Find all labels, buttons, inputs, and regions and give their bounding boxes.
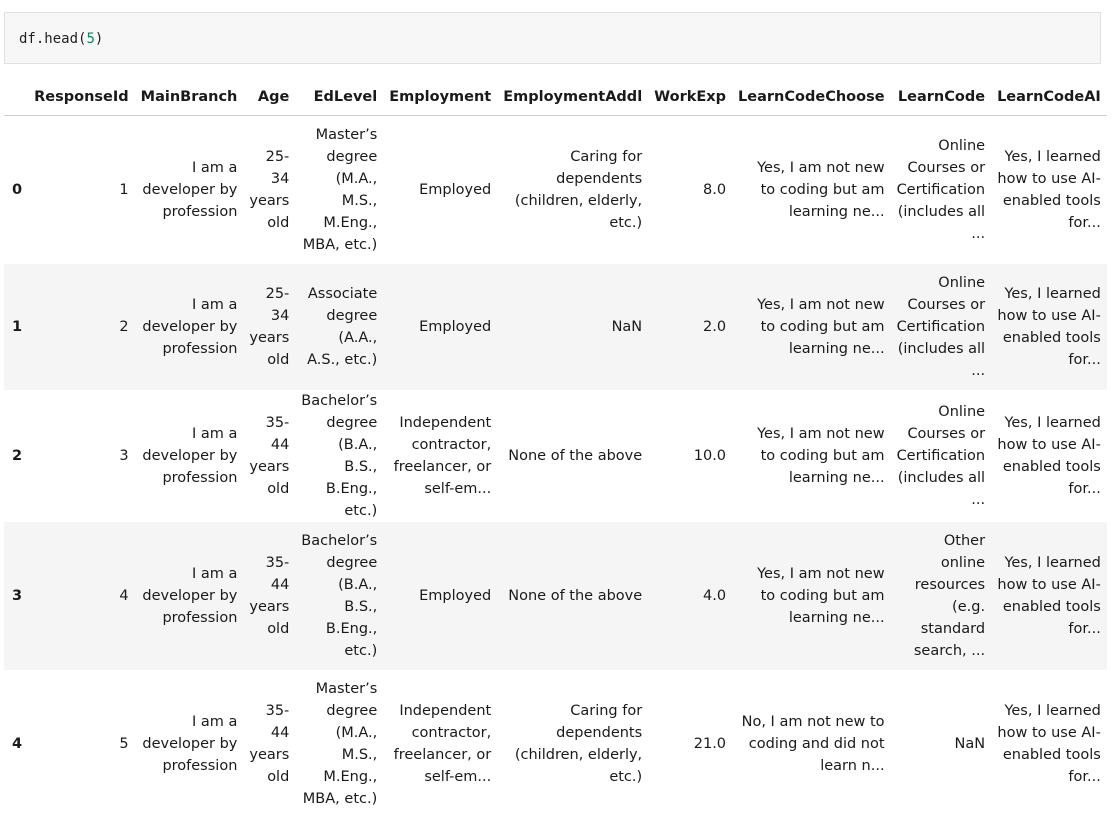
column-header: LearnCodeChoose	[732, 76, 891, 116]
column-header: EdLevel	[295, 76, 384, 116]
row-index: 2	[12, 447, 23, 464]
code-suffix: )	[94, 31, 104, 47]
table-cell: Bachelor’s degree (B.A., B.S., B.Eng., e…	[301, 392, 378, 519]
table-cell: 35-44 years old	[249, 414, 290, 497]
table-cell: 10.0	[693, 447, 727, 464]
cell-output: ResponseId MainBranch Age EdLevel Employ…	[4, 76, 1107, 818]
table-cell: 25-34 years old	[249, 148, 290, 231]
column-header: WorkExp	[648, 76, 733, 116]
code-line: df.head(5)	[19, 31, 103, 47]
table-cell: I am a developer by profession	[142, 425, 238, 486]
table-cell: NaN	[954, 735, 986, 752]
table-cell: Other online resources (e.g. standard se…	[913, 532, 986, 659]
table-cell: Independent contractor, freelancer, or s…	[393, 414, 492, 497]
table-cell: Yes, I learned how to use AI-enabled too…	[997, 148, 1101, 231]
table-cell: 35-44 years old	[249, 554, 290, 637]
table-cell: 3	[119, 447, 129, 464]
table-cell: Master’s degree (M.A., M.S., M.Eng., MBA…	[302, 680, 378, 807]
row-index: 0	[12, 181, 23, 198]
table-row: 3 4 I am a developer by profession 35-44…	[4, 521, 1107, 670]
column-header: LearnCode	[890, 76, 992, 116]
table-cell: Yes, I am not new to coding but am learn…	[757, 565, 885, 626]
table-cell: 21.0	[693, 735, 727, 752]
table-cell: Employed	[419, 318, 492, 335]
table-cell: 2.0	[702, 318, 727, 335]
table-cell: Independent contractor, freelancer, or s…	[393, 702, 492, 785]
header-row: ResponseId MainBranch Age EdLevel Employ…	[4, 76, 1107, 116]
table-cell: NaN	[611, 318, 643, 335]
code-cell[interactable]: df.head(5)	[4, 12, 1101, 64]
table-cell: 35-44 years old	[249, 702, 290, 785]
table-cell: 2	[119, 318, 129, 335]
table-row: 0 1 I am a developer by profession 25-34…	[4, 115, 1107, 264]
table-row: 2 3 I am a developer by profession 35-44…	[4, 389, 1107, 522]
table-cell: Yes, I am not new to coding but am learn…	[757, 159, 885, 220]
table-cell: Yes, I learned how to use AI-enabled too…	[997, 414, 1101, 497]
table-cell: Yes, I learned how to use AI-enabled too…	[997, 702, 1101, 785]
table-cell: Yes, I am not new to coding but am learn…	[757, 425, 885, 486]
table-cell: Bachelor’s degree (B.A., B.S., B.Eng., e…	[301, 532, 378, 659]
table-cell: 8.0	[702, 181, 727, 198]
row-index: 3	[12, 587, 23, 604]
table-cell: None of the above	[508, 587, 643, 604]
dataframe-table: ResponseId MainBranch Age EdLevel Employ…	[4, 76, 1107, 818]
column-header: EmploymentAddl	[497, 76, 649, 116]
table-cell: Online Courses or Certification (include…	[896, 403, 986, 508]
table-cell: I am a developer by profession	[142, 296, 238, 357]
table-cell: 5	[119, 735, 129, 752]
table-cell: Employed	[419, 587, 492, 604]
table-row: 4 5 I am a developer by profession 35-44…	[4, 669, 1107, 818]
table-cell: Caring for dependents (children, elderly…	[514, 702, 643, 785]
code-argument: 5	[86, 31, 95, 47]
table-cell: Yes, I learned how to use AI-enabled too…	[997, 554, 1101, 637]
table-row: 1 2 I am a developer by profession 25-34…	[4, 263, 1107, 390]
table-cell: Associate degree (A.A., A.S., etc.)	[307, 285, 378, 368]
table-cell: Online Courses or Certification (include…	[896, 137, 986, 242]
column-header: ResponseId	[28, 76, 135, 116]
column-header: Employment	[383, 76, 498, 116]
table-cell: 4	[119, 587, 129, 604]
table-cell: 4.0	[702, 587, 727, 604]
row-index: 4	[12, 735, 23, 752]
table-cell: Caring for dependents (children, elderly…	[514, 148, 643, 231]
table-cell: 1	[119, 181, 129, 198]
table-cell: I am a developer by profession	[142, 159, 238, 220]
table-cell: I am a developer by profession	[142, 713, 238, 774]
table-cell: 25-34 years old	[249, 285, 290, 368]
row-index: 1	[12, 318, 23, 335]
table-cell: Online Courses or Certification (include…	[896, 274, 986, 379]
table-cell: Employed	[419, 181, 492, 198]
index-header	[4, 76, 29, 116]
column-header: MainBranch	[134, 76, 244, 116]
table-cell: Yes, I learned how to use AI-enabled too…	[997, 285, 1101, 368]
table-cell: I am a developer by profession	[142, 565, 238, 626]
code-prefix: df.head(	[19, 31, 87, 47]
table-cell: No, I am not new to coding and did not l…	[741, 713, 885, 774]
table-cell: None of the above	[508, 447, 643, 464]
table-cell: Yes, I am not new to coding but am learn…	[757, 296, 885, 357]
column-header: Age	[243, 76, 296, 116]
table-cell: Master’s degree (M.A., M.S., M.Eng., MBA…	[302, 126, 378, 253]
column-header: LearnCodeAI	[991, 76, 1107, 116]
